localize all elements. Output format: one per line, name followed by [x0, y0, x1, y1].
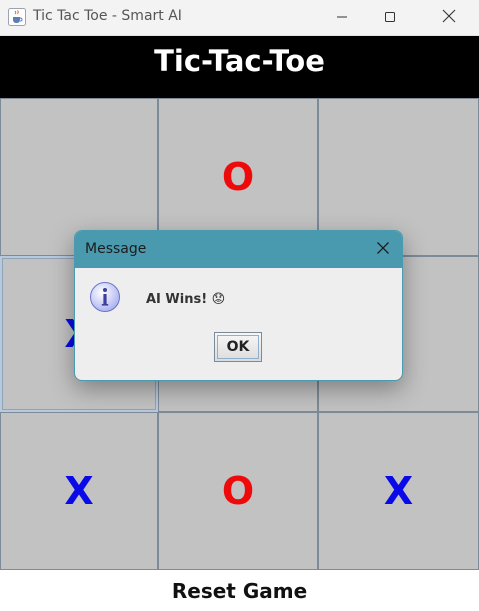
close-icon [376, 240, 390, 259]
dialog-close-button[interactable] [372, 238, 394, 260]
close-icon [442, 8, 456, 27]
ok-label: OK [226, 339, 250, 355]
board-cell-9[interactable]: X [318, 412, 479, 570]
page-title: Tic-Tac-Toe [154, 43, 325, 78]
board-cell-7[interactable]: X [0, 412, 158, 570]
minimize-button[interactable] [319, 0, 365, 34]
window-titlebar: Tic Tac Toe - Smart AI [0, 0, 479, 36]
minimize-icon [336, 8, 348, 27]
reset-game-label: Reset Game [171, 578, 308, 603]
maximize-button[interactable] [367, 0, 413, 34]
reset-game-button[interactable]: Reset Game [0, 570, 479, 611]
cell-mark: O [221, 469, 255, 513]
dialog-titlebar: Message [75, 231, 402, 268]
java-cup-icon [8, 8, 26, 26]
info-icon [89, 281, 121, 313]
ok-button[interactable]: OK [214, 332, 262, 362]
cell-mark: X [383, 469, 414, 513]
game-header: Tic-Tac-Toe [0, 36, 479, 98]
app-window: Tic Tac Toe - Smart AI Tic-Tac-Toe O X X [0, 0, 479, 611]
cell-mark: O [221, 155, 255, 199]
dialog-message: AI Wins! 😟 [146, 292, 226, 307]
cell-mark: X [64, 469, 94, 513]
message-dialog: Message AI Wins! 😟 OK [74, 230, 403, 381]
window-title: Tic Tac Toe - Smart AI [33, 8, 182, 24]
dialog-title: Message [85, 241, 147, 257]
maximize-icon [384, 8, 396, 27]
board-cell-8[interactable]: O [158, 412, 318, 570]
window-close-button[interactable] [426, 0, 472, 34]
